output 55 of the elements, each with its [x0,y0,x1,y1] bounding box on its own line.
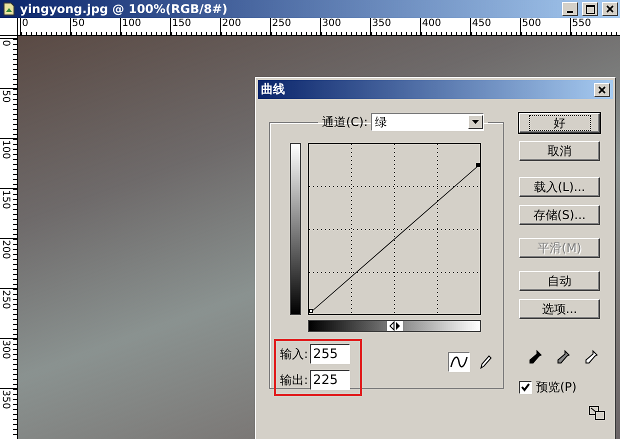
close-button[interactable] [594,82,610,96]
document-icon [2,2,16,16]
dialog-button[interactable]: 取消 [519,141,600,161]
expand-icon[interactable] [589,406,605,420]
maximize-icon [586,4,594,14]
ruler-label: 50 [70,18,120,35]
dialog-button[interactable]: 好 [519,113,600,133]
ruler-label: 150 [170,18,220,35]
maximize-button[interactable] [582,2,598,16]
gradient-toggle-icon[interactable] [386,321,402,331]
ruler-label: 100 [120,18,170,35]
dialog-button[interactable]: 自动 [519,271,600,291]
dialog-title: 曲线 [261,81,286,98]
ruler-label: 250 [0,290,11,310]
output-label: 输出: [280,372,308,388]
ruler-label: 300 [320,18,370,35]
curve-graph[interactable] [308,143,481,315]
minimize-button[interactable] [562,2,578,16]
ruler-label: 500 [520,18,570,35]
ruler-label: 400 [420,18,470,35]
ruler-label: 300 [0,340,11,360]
dialog-button[interactable]: 存储(S)... [519,205,600,225]
input-label: 输入: [280,346,308,362]
ruler-label: 200 [220,18,270,35]
ruler-label: 350 [0,390,11,410]
ruler-origin-corner[interactable] [0,18,18,36]
close-icon [598,86,606,94]
eyedropper-icon[interactable] [555,349,571,365]
window-title: yingyong.jpg @ 100%(RGB/8#) [20,2,229,16]
output-field[interactable]: 225 [310,370,350,390]
preview-checkbox[interactable] [519,381,532,394]
ruler-label: 150 [0,190,11,210]
eyedropper-icon[interactable] [583,349,599,365]
close-button[interactable] [602,2,618,16]
curve-icon [450,355,468,369]
preview-label: 预览(P) [536,379,577,396]
ruler-label: 550 [570,18,620,35]
ruler-label: 0 [0,40,11,46]
channel-label: 通道(C): [322,114,368,130]
ruler-label: 350 [370,18,420,35]
ruler-label: 250 [270,18,320,35]
dialog-button[interactable]: 选项... [519,299,600,319]
ruler-label: 100 [0,140,11,160]
eyedropper-icon[interactable] [527,349,543,365]
input-field[interactable]: 255 [310,344,350,364]
close-icon [606,5,614,13]
dialog-button[interactable]: 载入(L)... [519,177,600,197]
pencil-icon [478,354,492,370]
ruler-label: 50 [0,90,11,103]
ruler-label: 450 [470,18,520,35]
curve-tool[interactable] [448,352,470,372]
channel-dropdown[interactable]: 绿 [370,113,484,131]
ruler-label: 200 [0,240,11,260]
ruler-label: 0 [20,18,70,35]
dropdown-arrow-icon [472,120,479,124]
